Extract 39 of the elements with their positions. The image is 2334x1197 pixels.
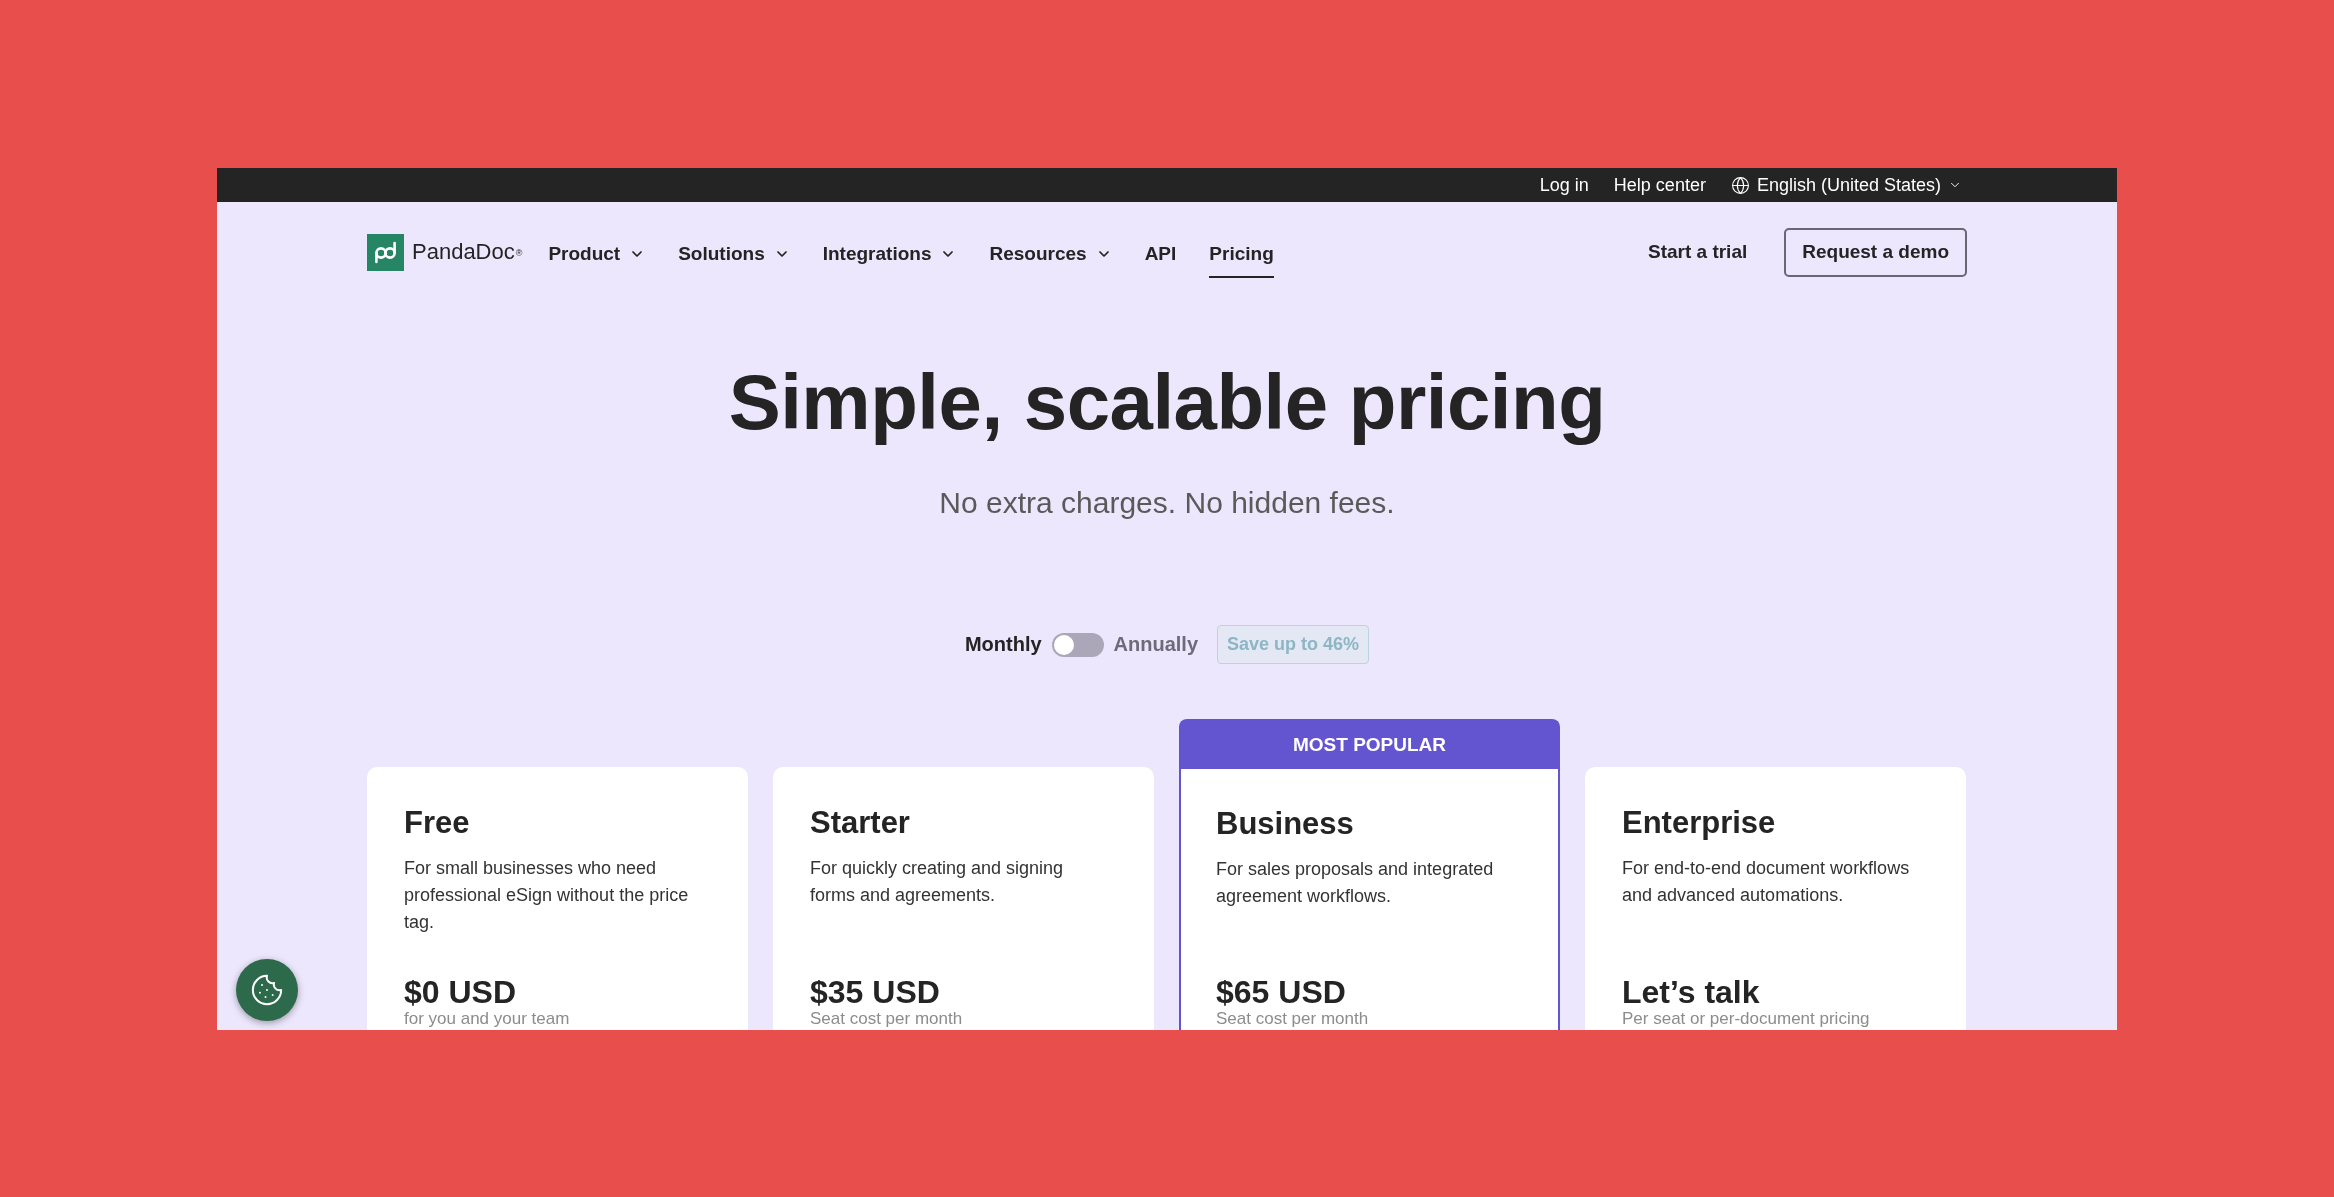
plan-price: $65 USD bbox=[1216, 975, 1346, 1009]
page-title: Simple, scalable pricing bbox=[727, 359, 1607, 445]
nav-item[interactable]: Integrations bbox=[822, 229, 957, 278]
plan-name: Starter bbox=[810, 805, 911, 841]
price-note: Per seat or per-document pricing bbox=[1622, 1009, 1870, 1029]
start-trial-link[interactable]: Start a trial bbox=[1647, 241, 1748, 263]
top-bar-link[interactable]: Log in bbox=[1539, 174, 1589, 196]
plan-name: Enterprise bbox=[1622, 805, 1777, 841]
price-note: for you and your team bbox=[404, 1009, 570, 1029]
brand-name[interactable]: PandaDoc$^{®}$ bbox=[412, 239, 523, 265]
top-bar-link[interactable]: Help center bbox=[1613, 174, 1706, 196]
cookie-settings-button[interactable] bbox=[236, 959, 298, 1021]
nav-item[interactable]: Solutions bbox=[678, 229, 790, 278]
nav-item[interactable]: Pricing bbox=[1209, 229, 1274, 278]
savings-badge: Save up to 46% bbox=[1217, 625, 1370, 664]
billing-toggle-switch[interactable] bbox=[1051, 632, 1104, 657]
plan-description: For sales proposals and integrated agreement workflows. bbox=[1216, 858, 1495, 908]
language-selector[interactable]: English (United States) bbox=[1730, 174, 1962, 196]
page-subtitle: No extra charges. No hidden fees. bbox=[938, 485, 1396, 521]
plan-price: $0 USD bbox=[404, 975, 517, 1009]
plan-description: For small businesses who need professional eSign without the price tag. bbox=[404, 857, 690, 934]
billing-option-label[interactable]: Annually bbox=[1113, 633, 1199, 656]
globe-icon bbox=[1730, 175, 1750, 195]
price-note: Seat cost per month bbox=[1216, 1009, 1369, 1029]
cookie-icon bbox=[250, 973, 284, 1007]
plan-description: For end-to-end document workflows and advanced automations. bbox=[1622, 857, 1911, 907]
popular-banner: MOST POPULAR bbox=[1180, 720, 1559, 769]
plan-price: Let’s talk bbox=[1622, 975, 1760, 1009]
nav-item[interactable]: Product bbox=[548, 229, 646, 278]
plan-description: For quickly creating and signing forms and agreements. bbox=[810, 857, 1065, 907]
nav-item[interactable]: API bbox=[1144, 229, 1177, 278]
plan-name: Business bbox=[1216, 806, 1355, 842]
plan-price: $35 USD bbox=[810, 975, 940, 1009]
request-demo-button[interactable]: Request a demo bbox=[1784, 227, 1967, 277]
price-note: Seat cost per month bbox=[810, 1009, 963, 1029]
logo-mark-icon bbox=[367, 233, 404, 271]
nav-item[interactable]: Resources bbox=[989, 229, 1112, 278]
plan-name: Free bbox=[404, 805, 471, 841]
billing-option-label[interactable]: Monthly bbox=[964, 633, 1042, 656]
